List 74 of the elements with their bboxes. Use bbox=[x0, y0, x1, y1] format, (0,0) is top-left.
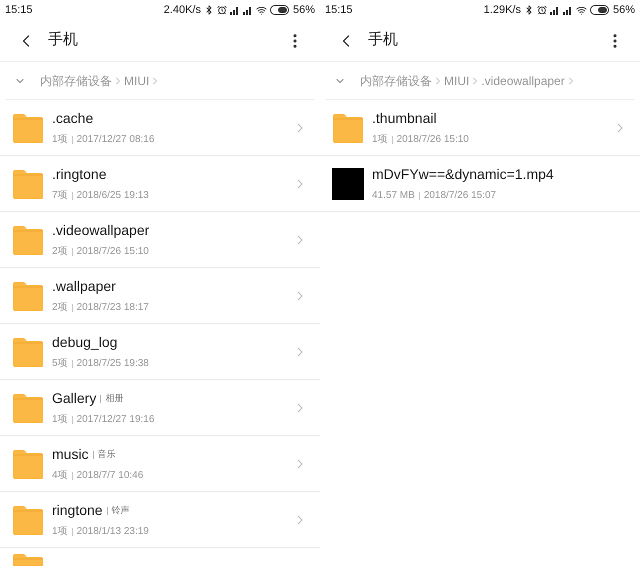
file-row[interactable]: .cache 1项 2017/12/27 08:16 bbox=[0, 100, 320, 156]
modified-date: 2017/12/27 08:16 bbox=[76, 133, 154, 147]
folder-icon bbox=[12, 280, 44, 312]
file-row[interactable]: mDvFYw==&dynamic=1.mp4 41.57 MB 2018/7/26 15:07 bbox=[320, 156, 640, 212]
file-row[interactable]: ringtone 铃声 1项 2018/1/13 23:19 bbox=[0, 492, 320, 548]
folder-icon bbox=[12, 336, 44, 368]
folder-icon bbox=[12, 448, 44, 480]
modified-date: 2018/1/13 23:19 bbox=[76, 525, 149, 539]
folder-icon bbox=[12, 112, 44, 144]
battery-icon bbox=[590, 5, 610, 15]
modified-date: 2018/7/26 15:10 bbox=[396, 133, 469, 147]
item-count: 1项 bbox=[52, 525, 68, 539]
battery-level: 56% bbox=[612, 2, 635, 18]
modified-date: 2018/7/25 19:38 bbox=[76, 357, 149, 371]
battery-icon bbox=[270, 5, 290, 15]
item-count: 1项 bbox=[52, 413, 68, 427]
item-count: 2项 bbox=[52, 301, 68, 315]
signal-icon bbox=[562, 6, 573, 14]
file-name: .cache bbox=[52, 109, 94, 128]
wifi-icon bbox=[256, 4, 267, 16]
alarm-icon bbox=[216, 5, 227, 15]
item-count: 1项 bbox=[372, 133, 388, 147]
modified-date: 2018/7/26 15:10 bbox=[76, 245, 149, 259]
network-speed: 2.40K/s bbox=[164, 2, 201, 18]
wifi-icon bbox=[576, 4, 587, 16]
alarm-icon bbox=[536, 5, 547, 15]
file-name: ringtone bbox=[52, 501, 103, 520]
file-row[interactable]: music 音乐 4项 2018/7/7 10:46 bbox=[0, 436, 320, 492]
signal-icon bbox=[550, 6, 560, 14]
header-title: 手机 bbox=[368, 30, 398, 50]
bluetooth-icon bbox=[204, 5, 214, 15]
file-row[interactable]: .videowallpaper 2项 2018/7/26 15:10 bbox=[0, 212, 320, 268]
header-title: 手机 bbox=[48, 30, 78, 50]
signal-icon bbox=[242, 6, 253, 14]
folder-icon bbox=[12, 392, 44, 424]
item-count: 7项 bbox=[52, 189, 68, 203]
modified-date: 2017/12/27 19:16 bbox=[76, 413, 154, 427]
folder-icon bbox=[12, 504, 44, 536]
file-name: .videowallpaper bbox=[52, 221, 150, 240]
folder-icon bbox=[332, 112, 364, 144]
item-count: 5项 bbox=[52, 357, 68, 371]
file-row[interactable]: .wallpaper 2项 2018/7/23 18:17 bbox=[0, 268, 320, 324]
folder-icon bbox=[12, 168, 44, 200]
item-count: 2项 bbox=[52, 245, 68, 259]
item-count: 4项 bbox=[52, 469, 68, 483]
item-count: 41.57 MB bbox=[372, 189, 415, 203]
item-count: 1项 bbox=[52, 133, 68, 147]
modified-date: 2018/6/25 19:13 bbox=[76, 189, 149, 203]
signal-icon bbox=[230, 6, 240, 14]
folder-alias: 音乐 bbox=[98, 448, 116, 461]
modified-date: 2018/7/23 18:17 bbox=[76, 301, 149, 315]
folder-icon bbox=[12, 224, 44, 256]
file-name: mDvFYw==&dynamic=1.mp4 bbox=[372, 165, 554, 184]
folder-alias: 铃声 bbox=[112, 504, 130, 517]
file-row[interactable]: debug_log 5项 2018/7/25 19:38 bbox=[0, 324, 320, 380]
modified-date: 2018/7/7 10:46 bbox=[76, 469, 144, 483]
file-row[interactable]: Gallery 相册 1项 2017/12/27 19:16 bbox=[0, 380, 320, 436]
file-name: .ringtone bbox=[52, 165, 106, 184]
status-time: 15:15 bbox=[5, 2, 33, 18]
file-row[interactable]: .thumbnail 1项 2018/7/26 15:10 bbox=[320, 100, 640, 156]
status-time: 15:15 bbox=[325, 2, 353, 18]
folder-alias: 相册 bbox=[105, 392, 124, 405]
video-thumbnail bbox=[332, 168, 364, 200]
bluetooth-icon bbox=[524, 5, 534, 15]
battery-level: 56% bbox=[292, 2, 315, 18]
file-name: debug_log bbox=[52, 333, 118, 352]
file-name: .thumbnail bbox=[372, 109, 437, 128]
file-name: Gallery bbox=[52, 389, 96, 408]
file-name: music bbox=[52, 445, 89, 464]
network-speed: 1.29K/s bbox=[484, 2, 521, 18]
folder-icon bbox=[12, 552, 44, 566]
modified-date: 2018/7/26 15:07 bbox=[424, 189, 496, 203]
file-name: .wallpaper bbox=[52, 277, 116, 296]
file-row[interactable]: .ringtone 7项 2018/6/25 19:13 bbox=[0, 156, 320, 212]
